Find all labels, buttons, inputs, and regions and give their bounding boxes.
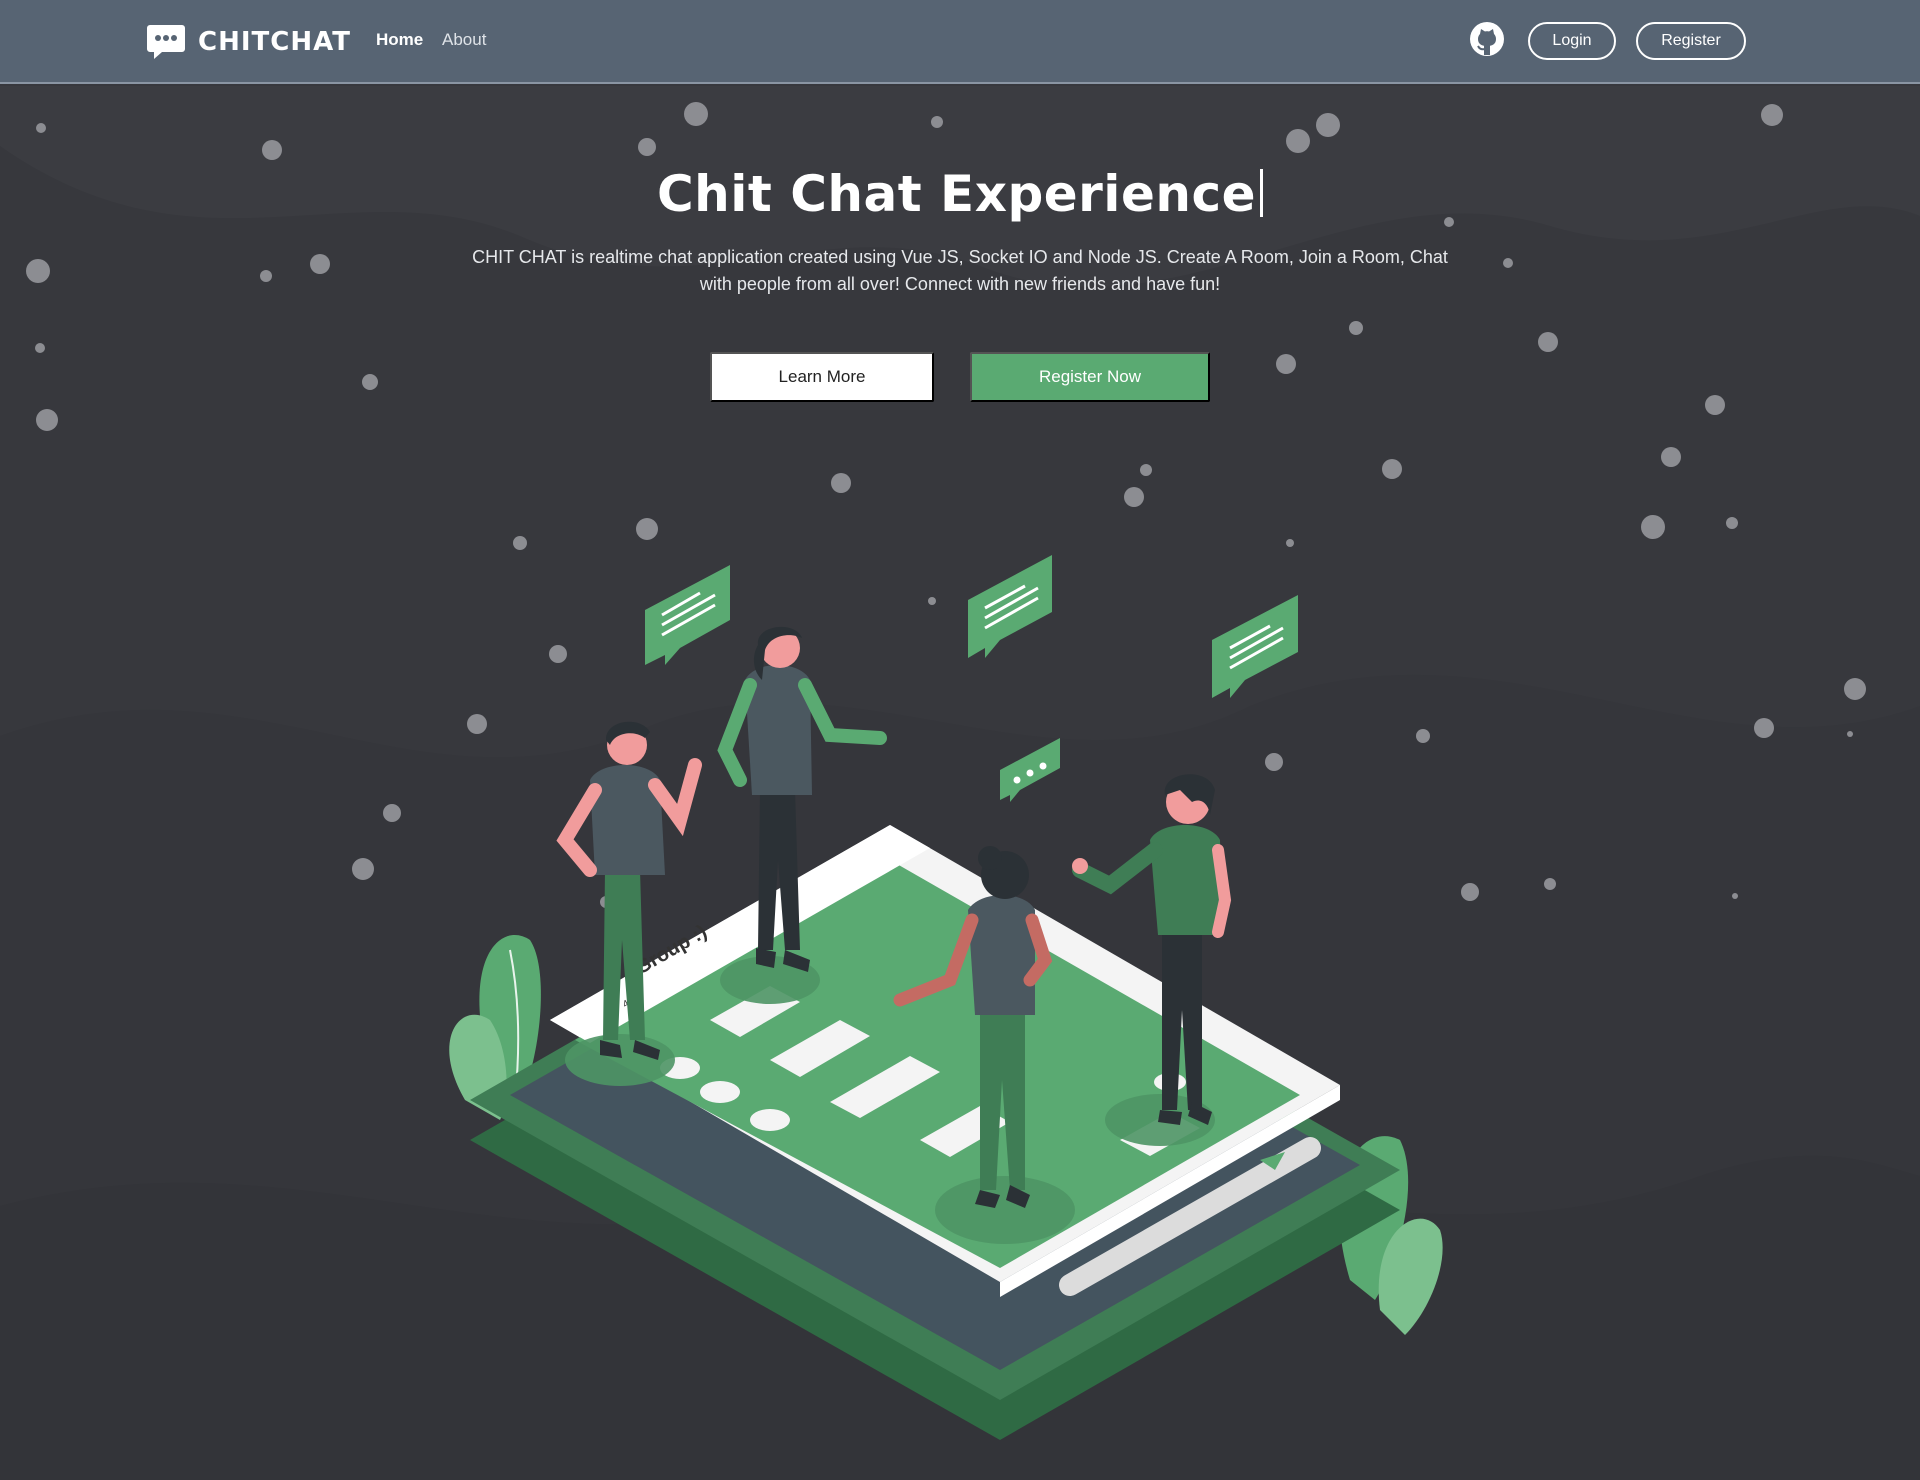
typing-cursor — [1260, 169, 1264, 217]
nav-home-link[interactable]: Home — [376, 30, 423, 50]
hero-title: Chit Chat Experience — [0, 165, 1920, 223]
speech-bubble-3 — [1212, 595, 1298, 698]
chat-people-illustration: Group :) 4G — [449, 555, 1443, 1440]
hero-illustration: Group :) 4G — [440, 540, 1480, 1470]
github-icon[interactable] — [1469, 21, 1505, 57]
brand-name: CHITCHAT — [198, 27, 351, 57]
brand-logo[interactable]: CHITCHAT — [146, 22, 351, 62]
register-button[interactable]: Register — [1636, 22, 1746, 60]
speech-bubble-1 — [645, 565, 730, 665]
typing-bubble — [1000, 738, 1060, 802]
hero-description: CHIT CHAT is realtime chat application c… — [472, 247, 1448, 294]
learn-more-button[interactable]: Learn More — [710, 352, 934, 402]
register-now-button[interactable]: Register Now — [970, 352, 1210, 402]
hero-title-text: Chit Chat Experience — [656, 165, 1257, 223]
nav-about-link[interactable]: About — [442, 30, 486, 50]
speech-bubble-2 — [968, 555, 1052, 658]
login-button[interactable]: Login — [1528, 22, 1616, 60]
navbar: CHITCHAT Home About Login Register — [0, 0, 1920, 84]
chat-bubble-icon — [146, 23, 186, 61]
